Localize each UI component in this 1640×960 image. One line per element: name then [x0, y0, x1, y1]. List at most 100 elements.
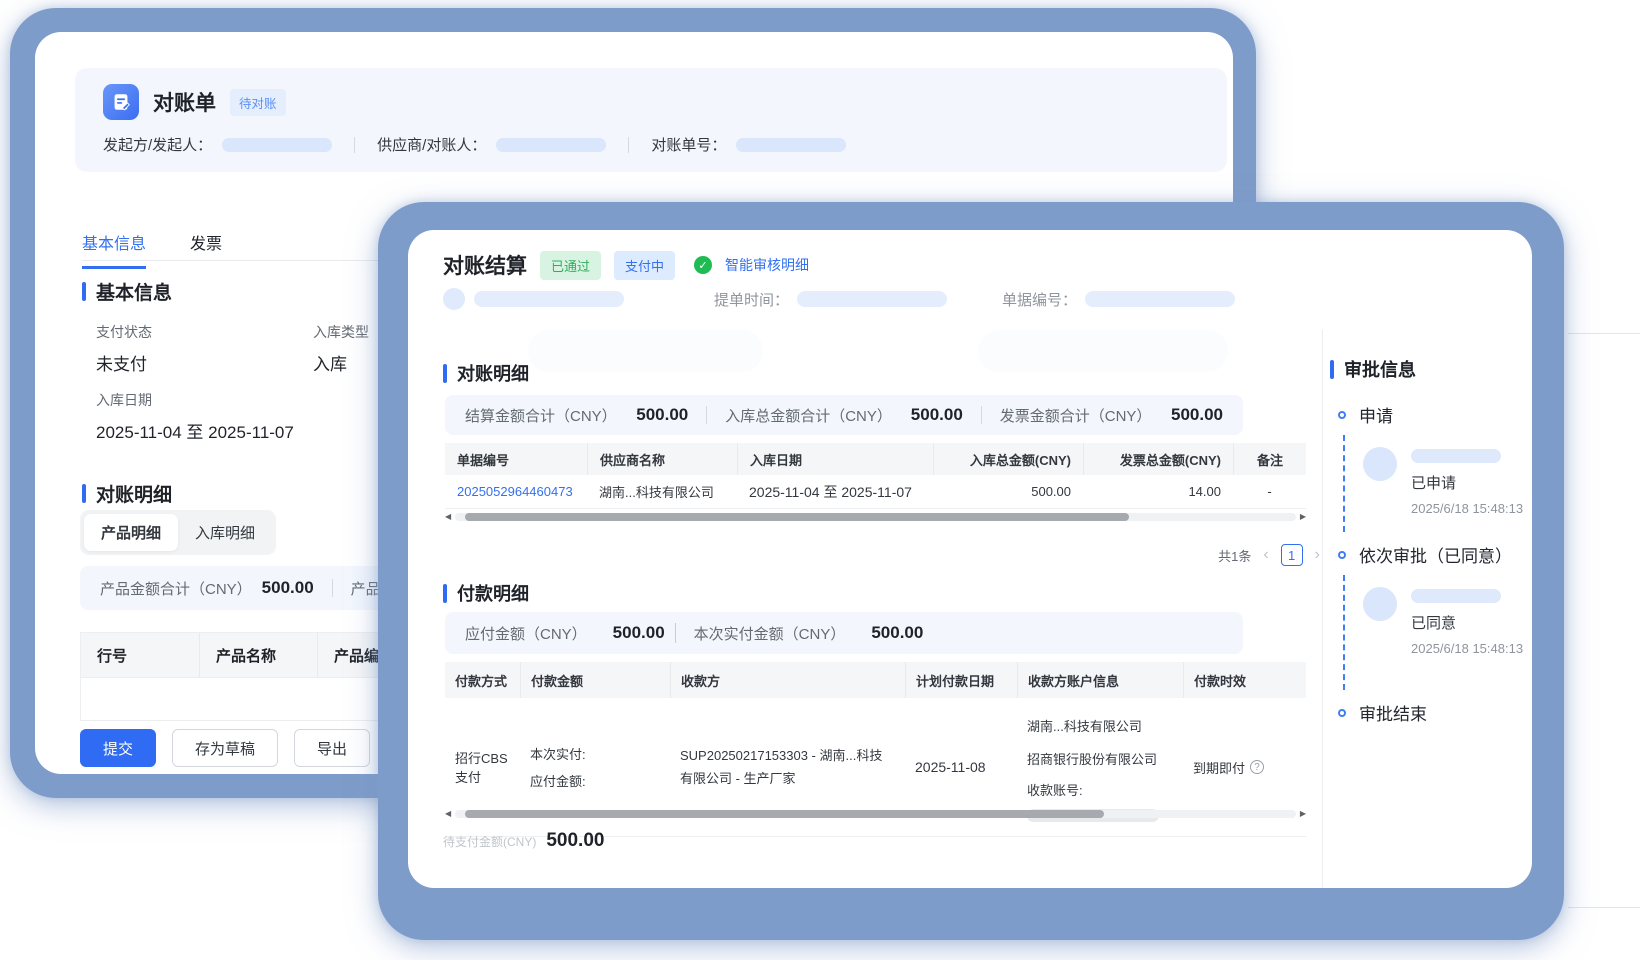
pay-amount-line2: 应付金额: [530, 771, 660, 790]
settlement-title: 对账结算 [443, 250, 527, 280]
col-payee-account: 收款方账户信息 [1017, 662, 1183, 698]
approved-badge: 已通过 [540, 251, 601, 280]
account-bank: 招商银行股份有限公司 [1027, 749, 1173, 768]
col-pay-method: 付款方式 [445, 662, 520, 698]
settle-total-value: 500.00 [636, 405, 688, 425]
col-doc-no: 单据编号 [445, 443, 587, 475]
payment-table-scrollbar[interactable]: ◀ ▶ [445, 809, 1306, 819]
initiator-value-skeleton [222, 138, 332, 152]
col-line-no: 行号 [81, 633, 199, 677]
scrollbar-thumb[interactable] [465, 513, 1129, 521]
payee-account-cell: 湖南...科技有限公司 招商银行股份有限公司 收款账号: [1017, 712, 1183, 822]
doc-no-link[interactable]: 2025052964460473 [457, 484, 573, 499]
submit-button[interactable]: 提交 [80, 729, 156, 767]
pending-amount-label: 待支付金额(CNY) [443, 833, 536, 850]
check-circle-icon: ✓ [694, 256, 712, 274]
step-apply-status: 已申请 [1411, 472, 1523, 493]
doc-no-label: 单据编号： [1002, 289, 1077, 310]
col-product-name: 产品名称 [199, 633, 317, 677]
timeline-node-icon [1338, 411, 1346, 419]
inbound-amount-cell: 500.00 [933, 484, 1083, 499]
section-bar [443, 364, 447, 383]
recon-section-title: 对账明细 [457, 360, 529, 386]
supplier-cell: 湖南...科技有限公司 [587, 482, 737, 501]
step-apply-label: 申请 [1359, 402, 1393, 427]
submit-time-skeleton [797, 291, 947, 307]
section-bar [82, 282, 86, 301]
col-remark: 备注 [1233, 443, 1306, 475]
save-draft-button[interactable]: 存为草稿 [172, 729, 278, 767]
pay-status-label: 支付状态 [96, 322, 152, 342]
inbound-type-value: 入库 [313, 350, 369, 375]
actual-pay-value: 500.00 [871, 623, 923, 643]
scrollbar-thumb[interactable] [465, 810, 1104, 818]
pay-status-value: 未支付 [96, 350, 152, 375]
reconciliation-settlement-card: 对账结算 已通过 支付中 ✓ 智能审核明细 提单时间： 单据编号： 对账明细 结… [408, 230, 1532, 888]
supplier-value-skeleton [496, 138, 606, 152]
pay-amount-cell: 本次实付: 应付金额: [520, 712, 670, 822]
tab-invoice[interactable]: 发票 [190, 230, 222, 269]
next-page-icon[interactable]: › [1315, 546, 1320, 564]
plan-date-cell: 2025-11-08 [905, 712, 1017, 822]
col-inbound-date: 入库日期 [737, 443, 933, 475]
payable-label: 应付金额（CNY） [465, 623, 587, 644]
avatar [443, 288, 465, 310]
prev-page-icon[interactable]: ‹ [1263, 546, 1268, 564]
segment-inbound-detail[interactable]: 入库明细 [178, 514, 272, 551]
col-pay-timing: 付款时效 [1183, 662, 1306, 698]
pending-amount-value: 500.00 [546, 830, 604, 852]
ghost-pill [528, 330, 763, 372]
timeline-node-icon [1338, 551, 1346, 559]
product-total-value: 500.00 [262, 578, 314, 598]
paying-badge: 支付中 [614, 251, 675, 280]
section-bar [443, 584, 447, 603]
scroll-left-icon[interactable]: ◀ [445, 809, 451, 819]
step-end-label: 审批结束 [1359, 700, 1427, 725]
approval-panel: 审批信息 申请 已申请 2025/6/18 15:48:13 依次 [1330, 356, 1526, 725]
basic-info-section-title: 基本信息 [96, 278, 172, 305]
initiator-field: 发起方/发起人： [103, 134, 332, 155]
inbound-total-value: 500.00 [911, 405, 963, 425]
col-plan-date: 计划付款日期 [905, 662, 1017, 698]
summary-divider [706, 406, 707, 424]
scroll-right-icon[interactable]: ▶ [1300, 809, 1306, 819]
inbound-date-label: 入库日期 [96, 390, 294, 410]
initiator-label: 发起方/发起人： [103, 134, 212, 155]
submit-time-label: 提单时间： [714, 289, 789, 310]
scrollbar-track[interactable] [455, 513, 1296, 521]
reconciliation-doc-icon [103, 84, 139, 120]
sidebar-divider [1322, 330, 1323, 888]
scroll-right-icon[interactable]: ▶ [1300, 512, 1306, 522]
invoice-amount-cell: 14.00 [1083, 484, 1233, 499]
total-count: 共1条 [1218, 546, 1251, 565]
col-supplier: 供应商名称 [587, 443, 737, 475]
status-badge: 待对账 [230, 89, 286, 116]
step-review-status: 已同意 [1411, 612, 1523, 633]
tab-basic-info[interactable]: 基本信息 [82, 230, 146, 269]
col-invoice-amount: 发票总金额(CNY) [1083, 443, 1233, 475]
recon-detail-section-title: 对账明细 [96, 480, 172, 507]
page-number[interactable]: 1 [1281, 544, 1303, 566]
statement-no-value-skeleton [736, 138, 846, 152]
summary-divider [675, 623, 676, 643]
smart-audit-link[interactable]: 智能审核明细 [725, 255, 809, 275]
scroll-left-icon[interactable]: ◀ [445, 512, 451, 522]
avatar [1363, 447, 1397, 481]
submitter-skeleton [474, 291, 624, 307]
timing-text: 到期即付 [1193, 758, 1245, 777]
supplier-label: 供应商/对账人： [377, 134, 486, 155]
question-circle-icon[interactable]: ? [1250, 760, 1264, 774]
pay-amount-line1: 本次实付: [530, 744, 660, 763]
inbound-date-value: 2025-11-04 至 2025-11-07 [96, 418, 294, 443]
step-review-label: 依次审批（已同意） [1359, 542, 1512, 567]
recon-table-scrollbar[interactable]: ◀ ▶ [445, 512, 1306, 522]
avatar [1363, 587, 1397, 621]
invoice-total-value: 500.00 [1171, 405, 1223, 425]
section-bar [1330, 360, 1334, 379]
export-button[interactable]: 导出 [294, 729, 370, 767]
scrollbar-track[interactable] [455, 810, 1296, 818]
page-title: 对账单 [153, 87, 216, 117]
remark-cell: - [1233, 484, 1306, 499]
segment-product-detail[interactable]: 产品明细 [84, 514, 178, 551]
product-total-label: 产品金额合计（CNY） [100, 578, 252, 599]
